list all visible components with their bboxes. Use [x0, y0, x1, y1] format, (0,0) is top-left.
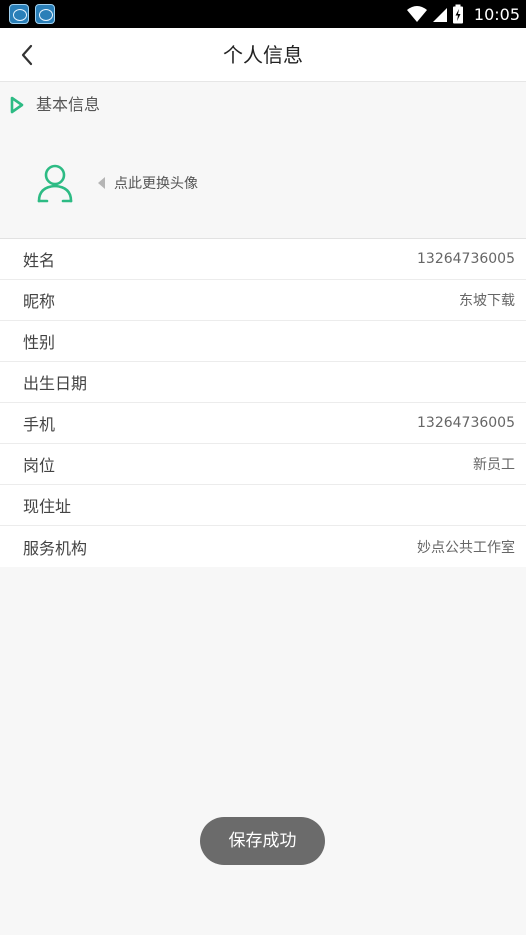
row-value: 13264736005 [417, 251, 515, 267]
info-row-gender[interactable]: 性别 [0, 321, 526, 362]
info-row-name[interactable]: 姓名 13264736005 [0, 239, 526, 280]
status-bar: 10:05 [0, 0, 526, 28]
chevron-left-icon [21, 44, 33, 66]
navigation-bar: 个人信息 [0, 28, 526, 82]
signal-icon [432, 8, 447, 22]
info-row-birthdate[interactable]: 出生日期 [0, 362, 526, 403]
row-label: 现住址 [23, 497, 72, 516]
play-outline-icon [10, 96, 24, 114]
info-row-nickname[interactable]: 昵称 东坡下载 [0, 280, 526, 321]
row-value: 妙点公共工作室 [417, 539, 515, 556]
save-success-toast: 保存成功 [200, 817, 325, 865]
avatar[interactable] [26, 150, 84, 216]
row-label: 昵称 [23, 292, 56, 311]
caret-left-icon [98, 177, 105, 189]
avatar-area[interactable]: 点此更换头像 [0, 128, 526, 238]
section-title: 基本信息 [36, 95, 101, 114]
user-outline-icon [37, 164, 73, 203]
back-button[interactable] [10, 38, 44, 72]
page-title: 个人信息 [223, 43, 303, 67]
battery-icon [452, 4, 463, 24]
row-label: 姓名 [23, 251, 56, 270]
row-value: 东坡下载 [459, 293, 515, 309]
info-row-phone[interactable]: 手机 13264736005 [0, 403, 526, 444]
wifi-icon [406, 6, 427, 22]
app-icon [35, 4, 55, 24]
row-value: 13264736005 [417, 415, 515, 431]
change-avatar-hint[interactable]: 点此更换头像 [98, 173, 198, 193]
row-value: 新员工 [473, 457, 515, 473]
status-time: 10:05 [473, 4, 520, 24]
row-label: 出生日期 [23, 374, 88, 393]
app-icon [9, 4, 29, 24]
row-label: 手机 [23, 415, 56, 434]
change-avatar-label: 点此更换头像 [114, 176, 198, 192]
row-label: 岗位 [23, 456, 56, 475]
row-label: 服务机构 [23, 538, 88, 558]
info-row-position[interactable]: 岗位 新员工 [0, 444, 526, 485]
info-row-service-org[interactable]: 服务机构 妙点公共工作室 [0, 526, 526, 567]
section-header: 基本信息 [0, 82, 526, 128]
row-label: 性别 [23, 333, 56, 352]
info-list: 姓名 13264736005 昵称 东坡下载 性别 出生日期 手机 132647… [0, 238, 526, 567]
info-row-address[interactable]: 现住址 [0, 485, 526, 526]
status-indicators: 10:05 [406, 0, 520, 28]
